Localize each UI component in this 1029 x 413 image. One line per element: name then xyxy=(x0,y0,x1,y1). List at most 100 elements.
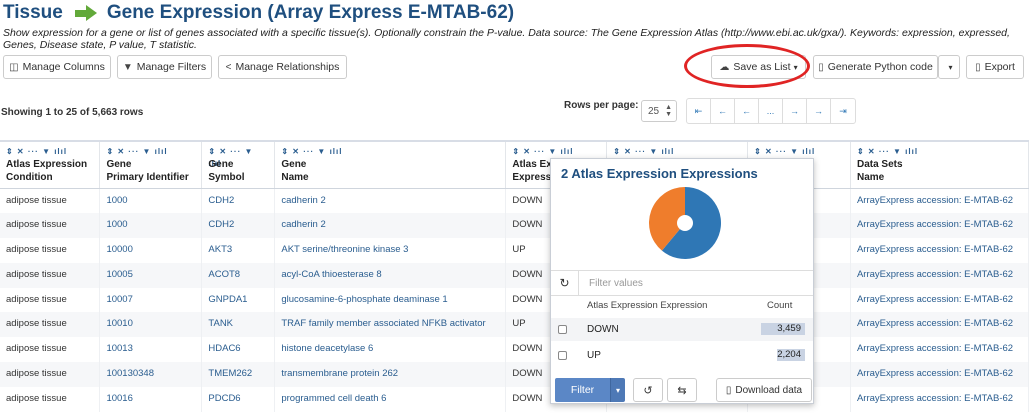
table-cell: adipose tissue xyxy=(0,386,101,412)
column-header[interactable]: ⇕ ✕ ··· ▼ ılıl Gene Primary Identifier xyxy=(99,140,203,189)
column-controls[interactable]: ⇕ ✕ ··· ▼ ılıl xyxy=(208,146,268,168)
python-dropdown-toggle[interactable]: ▾ xyxy=(938,55,960,79)
table-cell[interactable]: 10016 xyxy=(99,386,203,412)
download-data-button[interactable]: ▯ Download data xyxy=(716,378,812,402)
table-cell[interactable]: AKT serine/threonine kinase 3 xyxy=(274,238,507,263)
last-page-button[interactable]: ⇥ xyxy=(831,99,855,123)
table-cell[interactable]: cadherin 2 xyxy=(274,188,507,214)
table-cell[interactable]: 10013 xyxy=(99,337,203,363)
table-cell[interactable]: ArrayExpress accession: E-MTAB-62 xyxy=(850,213,1029,239)
table-cell[interactable]: programmed cell death 6 xyxy=(274,386,507,412)
popup-column-value-header: Atlas Expression Expression xyxy=(587,300,708,311)
results-table: ⇕ ✕ ··· ▼ ılıl Atlas Expression Condition ⇕… xyxy=(0,140,1029,412)
value-count: 3,459 xyxy=(777,323,801,334)
column-header-line1: Data Sets xyxy=(856,159,903,170)
table-cell[interactable]: cadherin 2 xyxy=(274,213,507,239)
column-controls[interactable]: ⇕ ✕ ··· ▼ ılıl xyxy=(857,146,1022,158)
toggle-selection-icon[interactable]: ⇆ xyxy=(667,378,697,402)
apply-filter-button[interactable]: Filter xyxy=(555,378,610,402)
table-cell[interactable]: acyl-CoA thioesterase 8 xyxy=(274,262,507,288)
pagination: ⇤ ← ← ... → → ⇥ xyxy=(686,98,856,124)
value-label: DOWN xyxy=(587,324,619,335)
page-title: Tissue Gene Expression (Array Express E-… xyxy=(3,2,514,24)
filter-values-input[interactable]: Filter values xyxy=(589,278,643,289)
reset-icon[interactable]: ↺ xyxy=(633,378,663,402)
rows-per-page-select[interactable]: 25 ▲ ▼ xyxy=(641,100,677,122)
generate-python-button[interactable]: ▯ Generate Python code xyxy=(813,55,938,79)
table-cell[interactable]: transmembrane protein 262 xyxy=(274,362,507,387)
column-header[interactable]: ⇕ ✕ ··· ▼ ılıl Data Sets Name xyxy=(850,140,1029,189)
table-cell: adipose tissue xyxy=(0,362,101,387)
manage-columns-button[interactable]: ◫ Manage Columns xyxy=(3,55,111,79)
column-controls[interactable]: ⇕ ✕ ··· ▼ ılıl xyxy=(512,146,600,158)
export-button[interactable]: ▯ Export xyxy=(966,55,1024,79)
manage-relationships-button[interactable]: < Manage Relationships xyxy=(218,55,347,79)
previous-page-fast-button[interactable]: ← xyxy=(711,99,735,123)
table-cell[interactable]: ArrayExpress accession: E-MTAB-62 xyxy=(850,386,1029,412)
table-cell[interactable]: ArrayExpress accession: E-MTAB-62 xyxy=(850,287,1029,313)
table-cell[interactable]: TRAF family member associated NFKB activ… xyxy=(274,312,507,338)
table-cell[interactable]: 1000 xyxy=(99,188,203,214)
table-cell[interactable]: histone deacetylase 6 xyxy=(274,337,507,363)
table-cell: adipose tissue xyxy=(0,262,101,288)
select-arrows-icon: ▲ ▼ xyxy=(665,104,673,118)
table-cell[interactable]: glucosamine-6-phosphate deaminase 1 xyxy=(274,287,507,313)
table-cell[interactable]: 10000 xyxy=(99,238,203,263)
table-row: adipose tissue 1000 CDH2 cadherin 2 DOWN Arra… xyxy=(0,213,1029,239)
table-cell[interactable]: ArrayExpress accession: E-MTAB-62 xyxy=(850,312,1029,338)
table-cell[interactable]: HDAC6 xyxy=(201,337,276,363)
table-cell[interactable]: ArrayExpress accession: E-MTAB-62 xyxy=(850,362,1029,387)
previous-page-button[interactable]: ← xyxy=(735,99,759,123)
column-header[interactable]: ⇕ ✕ ··· ▼ ılıl Gene Symbol xyxy=(201,140,276,189)
table-cell: adipose tissue xyxy=(0,312,101,338)
column-controls[interactable]: ⇕ ✕ ··· ▼ ılıl xyxy=(281,146,499,158)
table-cell[interactable]: ArrayExpress accession: E-MTAB-62 xyxy=(850,262,1029,288)
download-file-icon: ▯ xyxy=(725,384,732,396)
table-cell[interactable]: 10007 xyxy=(99,287,203,313)
column-controls[interactable]: ⇕ ✕ ··· ▼ ılıl xyxy=(613,146,741,158)
first-page-button[interactable]: ⇤ xyxy=(687,99,711,123)
column-header-line1: Gene xyxy=(208,159,234,170)
table-cell[interactable]: 10010 xyxy=(99,312,203,338)
export-icon: ▯ xyxy=(975,61,981,73)
table-row: adipose tissue 10010 TANK TRAF family membe… xyxy=(0,312,1029,338)
expression-pie-chart xyxy=(648,187,721,259)
table-cell[interactable]: ArrayExpress accession: E-MTAB-62 xyxy=(850,238,1029,263)
column-header[interactable]: ⇕ ✕ ··· ▼ ılıl Gene Name xyxy=(274,140,507,189)
page-ellipsis[interactable]: ... xyxy=(759,99,783,123)
next-page-fast-button[interactable]: → xyxy=(807,99,831,123)
next-page-button[interactable]: → xyxy=(783,99,807,123)
manage-filters-button[interactable]: ▼ Manage Filters xyxy=(117,55,212,79)
table-cell[interactable]: 100130348 xyxy=(99,362,203,387)
table-cell[interactable]: TANK xyxy=(201,312,276,338)
table-cell[interactable]: ArrayExpress accession: E-MTAB-62 xyxy=(850,188,1029,214)
column-controls[interactable]: ⇕ ✕ ··· ▼ ılıl xyxy=(754,146,844,158)
value-checkbox[interactable] xyxy=(558,351,567,360)
table-cell[interactable]: 1000 xyxy=(99,213,203,239)
popup-footer: Filter ▾ ↺ ⇆ ▯ Download data xyxy=(551,377,813,405)
table-cell[interactable]: CDH2 xyxy=(201,213,276,239)
code-file-icon: ▯ xyxy=(818,61,824,73)
table-cell[interactable]: CDH2 xyxy=(201,188,276,214)
column-controls[interactable]: ⇕ ✕ ··· ▼ ılıl xyxy=(106,146,195,158)
title-left: Tissue xyxy=(3,2,63,23)
column-header[interactable]: ⇕ ✕ ··· ▼ ılıl Atlas Expression Condition xyxy=(0,140,101,189)
table-cell: adipose tissue xyxy=(0,238,101,263)
table-cell[interactable]: TMEM262 xyxy=(201,362,276,387)
table-cell[interactable]: PDCD6 xyxy=(201,386,276,412)
column-header-line2: Symbol xyxy=(208,172,245,183)
column-header-line2: Name xyxy=(281,172,309,183)
table-cell[interactable]: ACOT8 xyxy=(201,262,276,288)
table-cell[interactable]: AKT3 xyxy=(201,238,276,263)
table-cell[interactable]: 10005 xyxy=(99,262,203,288)
value-checkbox[interactable] xyxy=(558,325,567,334)
refresh-icon[interactable]: ↻ xyxy=(551,270,579,296)
filter-dropdown-toggle[interactable]: ▾ xyxy=(610,378,625,402)
table-cell[interactable]: ArrayExpress accession: E-MTAB-62 xyxy=(850,337,1029,363)
popup-value-row[interactable]: UP 2,204 xyxy=(551,344,813,367)
table-cell: adipose tissue xyxy=(0,337,101,363)
table-cell: adipose tissue xyxy=(0,188,101,214)
popup-value-row[interactable]: DOWN 3,459 xyxy=(551,318,813,341)
column-controls[interactable]: ⇕ ✕ ··· ▼ ılıl xyxy=(6,146,93,158)
table-cell[interactable]: GNPDA1 xyxy=(201,287,276,313)
